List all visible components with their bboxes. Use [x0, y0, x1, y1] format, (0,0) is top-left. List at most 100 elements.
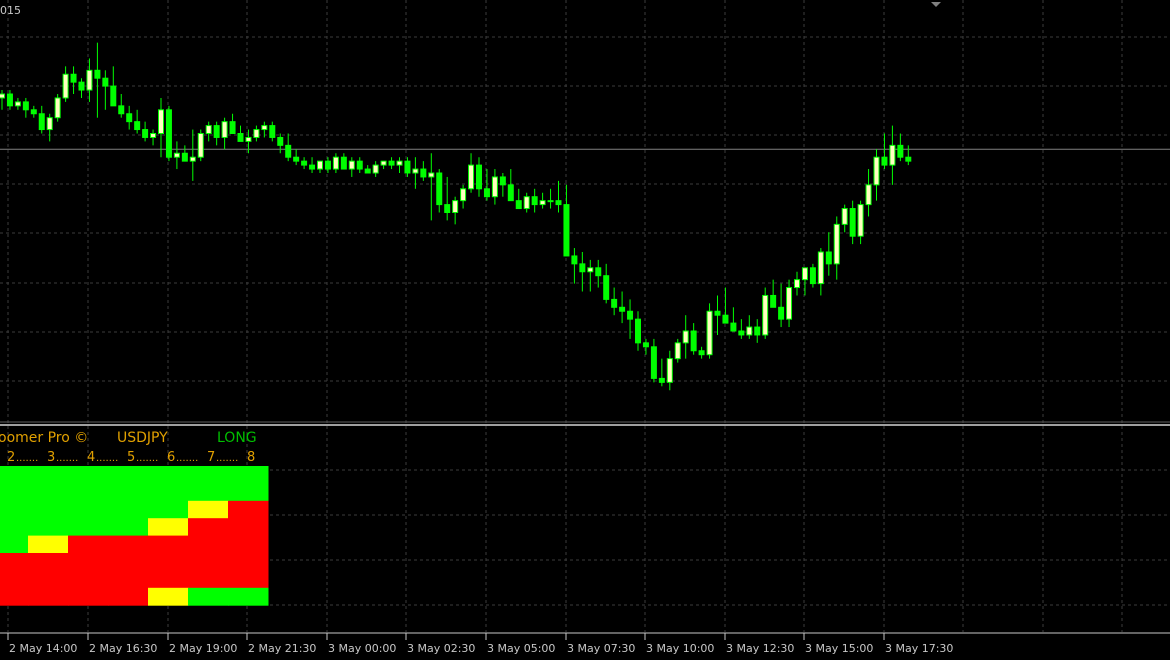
candle-body	[881, 156, 888, 166]
heatmap-cell-1-3	[108, 483, 149, 502]
candle-body	[229, 121, 236, 135]
candle-body	[515, 200, 522, 210]
column-label-8: 8	[247, 450, 255, 465]
candle-body	[213, 125, 220, 138]
heatmap-cell-1-1	[28, 483, 69, 502]
candle-body	[221, 121, 228, 138]
candle-body	[340, 156, 347, 170]
candle-body	[627, 310, 634, 320]
candle-body	[897, 144, 904, 158]
heatmap-cell-2-6	[228, 500, 269, 519]
candle-body	[817, 251, 824, 285]
candle-body	[126, 113, 133, 123]
candle-body	[658, 377, 665, 383]
candle-body	[189, 156, 196, 162]
heatmap-cell-7-1	[28, 587, 69, 606]
candle-body	[603, 275, 610, 300]
heatmap-cell-3-5	[188, 518, 229, 537]
candle-body	[579, 263, 586, 273]
candle-body	[754, 326, 761, 336]
heatmap-cell-0-2	[68, 466, 109, 484]
candle-body	[420, 168, 427, 178]
heatmap-cell-4-0	[0, 535, 29, 554]
heatmap-cell-2-2	[68, 500, 109, 519]
column-separator-dots: .......	[136, 453, 158, 464]
heatmap-cell-3-0	[0, 518, 29, 537]
column-separator-dots: .......	[176, 453, 198, 464]
candle-body	[205, 125, 212, 134]
candle-body	[547, 200, 554, 203]
candle-body	[746, 326, 753, 336]
candle-body	[794, 279, 800, 289]
candle-85	[674, 338, 681, 363]
candle-body	[674, 342, 681, 360]
heatmap-cell-5-2	[68, 553, 109, 571]
heatmap-cell-3-2	[68, 518, 109, 537]
candle-body	[324, 160, 331, 170]
heatmap-cell-7-3	[108, 587, 149, 606]
candle-body	[801, 267, 808, 281]
candle-body	[889, 144, 896, 166]
candle-body	[277, 136, 284, 146]
candle-body	[738, 330, 745, 336]
heatmap-cell-2-3	[108, 500, 149, 519]
heatmap-cell-4-1	[28, 535, 69, 554]
candle-body	[722, 314, 729, 324]
candle-body	[682, 330, 689, 344]
time-tick-label: 3 May 00:00	[328, 642, 396, 655]
column-separator-dots: .......	[216, 453, 238, 464]
chart-window[interactable]: 015 oomer Pro © USDJPY LONG 2....... 3...…	[0, 0, 1170, 660]
candle-body	[22, 101, 29, 111]
candle-body	[404, 160, 411, 174]
heatmap-cell-3-6	[228, 518, 269, 537]
heatmap-cell-6-3	[108, 570, 149, 589]
candle-body	[102, 77, 109, 87]
column-label-6: 6	[167, 450, 175, 465]
candle-body	[642, 342, 649, 348]
indicator-name: oomer Pro ©	[0, 430, 88, 446]
heatmap-cell-6-2	[68, 570, 109, 589]
time-tick-label: 3 May 10:00	[646, 642, 714, 655]
candle-body	[523, 196, 530, 210]
candle-body	[388, 160, 395, 166]
candle-body	[730, 322, 737, 332]
candle-body	[197, 133, 204, 158]
heatmap-cell-6-6	[228, 570, 269, 589]
candle-body	[6, 93, 13, 107]
heatmap-cell-6-5	[188, 570, 229, 589]
heatmap-cell-0-5	[188, 466, 229, 484]
candle-body	[531, 196, 538, 206]
candle-body	[237, 133, 244, 142]
heatmap-cell-4-4	[148, 535, 189, 554]
candle-body	[563, 204, 570, 257]
candle-body	[134, 121, 141, 131]
heatmap-cell-2-0	[0, 500, 29, 519]
heatmap-cell-6-1	[28, 570, 69, 589]
heatmap-cell-4-2	[68, 535, 109, 554]
time-tick-label: 3 May 02:30	[407, 642, 475, 655]
candle-body	[364, 168, 371, 174]
candle-body	[444, 204, 451, 214]
candle-body	[54, 97, 61, 119]
candle-body	[706, 310, 713, 356]
heatmap-cell-7-6	[228, 587, 269, 606]
candle-body	[714, 310, 721, 316]
heatmap-cell-4-6	[228, 535, 269, 554]
heatmap-cell-1-5	[188, 483, 229, 502]
candle-body	[595, 267, 602, 277]
candle-body	[452, 200, 459, 213]
candle-body	[483, 188, 490, 198]
heatmap-cell-5-5	[188, 553, 229, 571]
indicator-symbol: USDJPY	[117, 430, 168, 446]
column-label-4: 4	[87, 450, 95, 465]
candle-body	[158, 109, 164, 135]
candle-body	[619, 306, 626, 312]
candle-body	[118, 105, 125, 115]
candle-body	[372, 164, 379, 174]
column-label-3: 3	[47, 450, 55, 465]
candle-body	[94, 69, 101, 79]
heatmap-cell-1-2	[68, 483, 109, 502]
candle-25	[197, 129, 204, 162]
candle-body	[762, 294, 769, 336]
candle-body	[86, 69, 93, 91]
